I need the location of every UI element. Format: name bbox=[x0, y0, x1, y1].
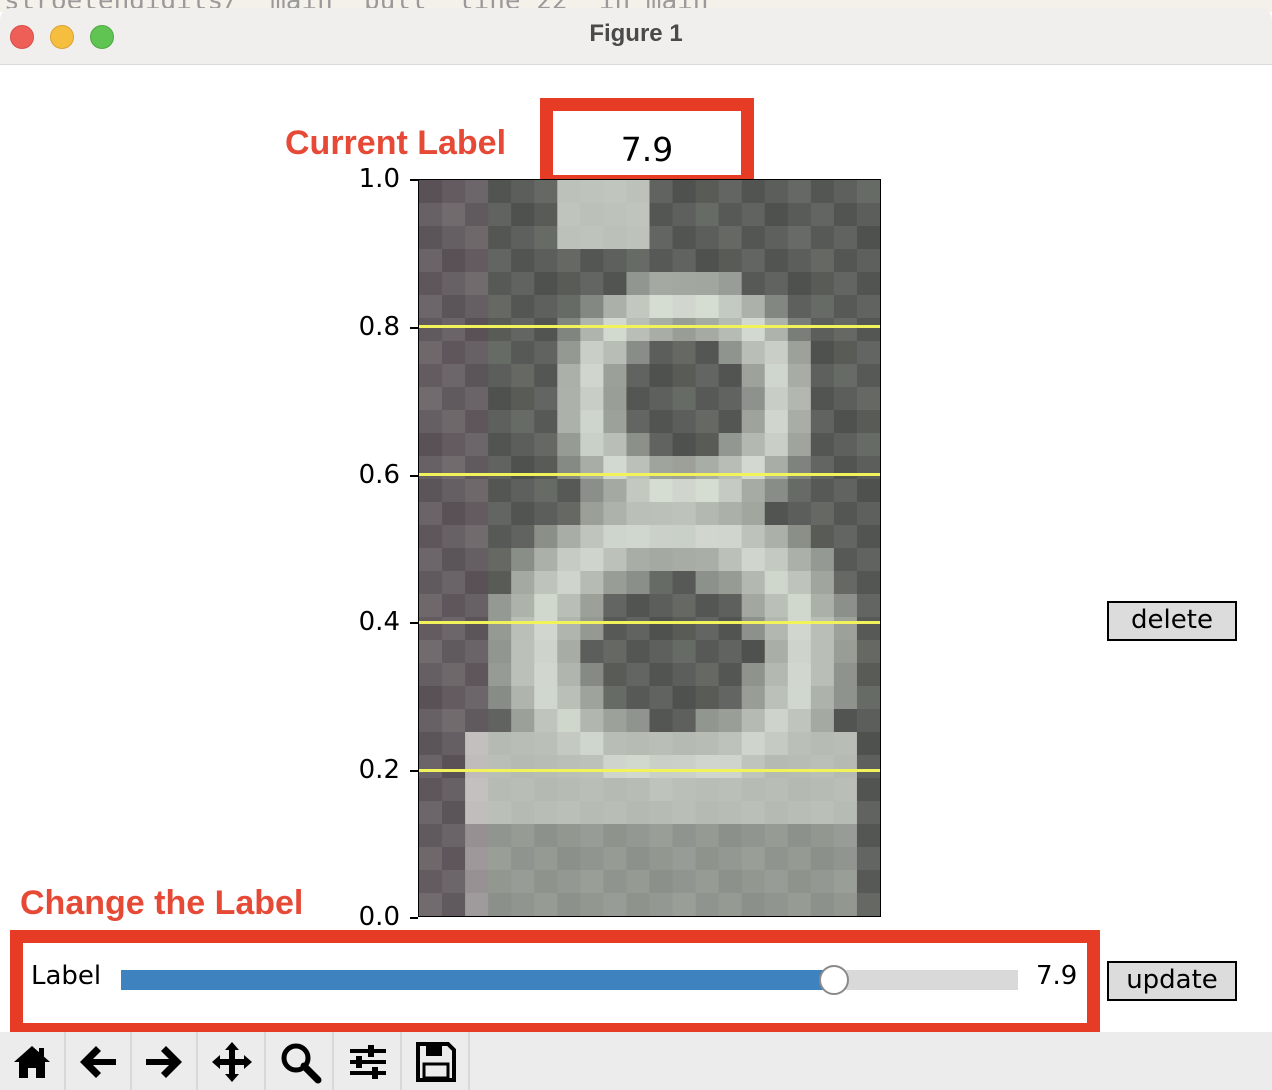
home-button[interactable] bbox=[0, 1032, 66, 1090]
horizontal-line-0.2 bbox=[419, 769, 880, 772]
zoom-button[interactable] bbox=[268, 1032, 334, 1090]
ytick-mark bbox=[410, 622, 418, 624]
digit-image bbox=[419, 180, 880, 916]
configure-subplots-icon bbox=[350, 1045, 386, 1079]
label-slider-track[interactable] bbox=[121, 970, 1018, 990]
image-axes bbox=[418, 179, 881, 917]
horizontal-line-0.6 bbox=[419, 473, 880, 476]
horizontal-line-0.8 bbox=[419, 325, 880, 328]
change-label-annotation: Change the Label bbox=[20, 884, 304, 922]
figure-canvas: Current Label 7.9 1.0 0.8 0.6 0.4 0.2 0.… bbox=[0, 0, 1272, 1090]
ytick-mark bbox=[410, 179, 418, 181]
save-icon bbox=[416, 1042, 456, 1082]
ytick-label: 0.6 bbox=[358, 460, 400, 490]
forward-arrow-icon bbox=[146, 1046, 182, 1078]
current-label-annotation: Current Label bbox=[285, 124, 507, 162]
back-arrow-icon bbox=[80, 1046, 116, 1078]
zoom-icon bbox=[281, 1043, 322, 1084]
ytick-label: 0.2 bbox=[358, 755, 400, 785]
slider-label: Label bbox=[31, 961, 102, 991]
ytick-mark bbox=[410, 327, 418, 329]
configure-subplots-button[interactable] bbox=[336, 1032, 402, 1090]
save-button[interactable] bbox=[404, 1032, 470, 1090]
back-button[interactable] bbox=[66, 1032, 132, 1090]
update-button[interactable]: update bbox=[1107, 961, 1237, 1001]
slider-handle[interactable] bbox=[819, 965, 850, 995]
ytick-mark bbox=[410, 475, 418, 477]
slider-value: 7.9 bbox=[1036, 961, 1078, 991]
forward-button[interactable] bbox=[132, 1032, 198, 1090]
delete-button[interactable]: delete bbox=[1107, 601, 1237, 641]
home-icon bbox=[14, 1046, 50, 1078]
current-label-value: 7.9 bbox=[620, 130, 674, 169]
pan-icon bbox=[212, 1042, 252, 1082]
ytick-label: 0.0 bbox=[358, 902, 400, 932]
slider-fill bbox=[121, 970, 835, 990]
pan-button[interactable] bbox=[200, 1032, 266, 1090]
ytick-mark bbox=[410, 917, 418, 919]
ytick-label: 0.4 bbox=[358, 607, 400, 637]
ytick-label: 0.8 bbox=[358, 312, 400, 342]
horizontal-line-0.4 bbox=[419, 621, 880, 624]
ytick-mark bbox=[410, 770, 418, 772]
navigation-toolbar bbox=[0, 1032, 1272, 1090]
ytick-label: 1.0 bbox=[358, 164, 400, 194]
